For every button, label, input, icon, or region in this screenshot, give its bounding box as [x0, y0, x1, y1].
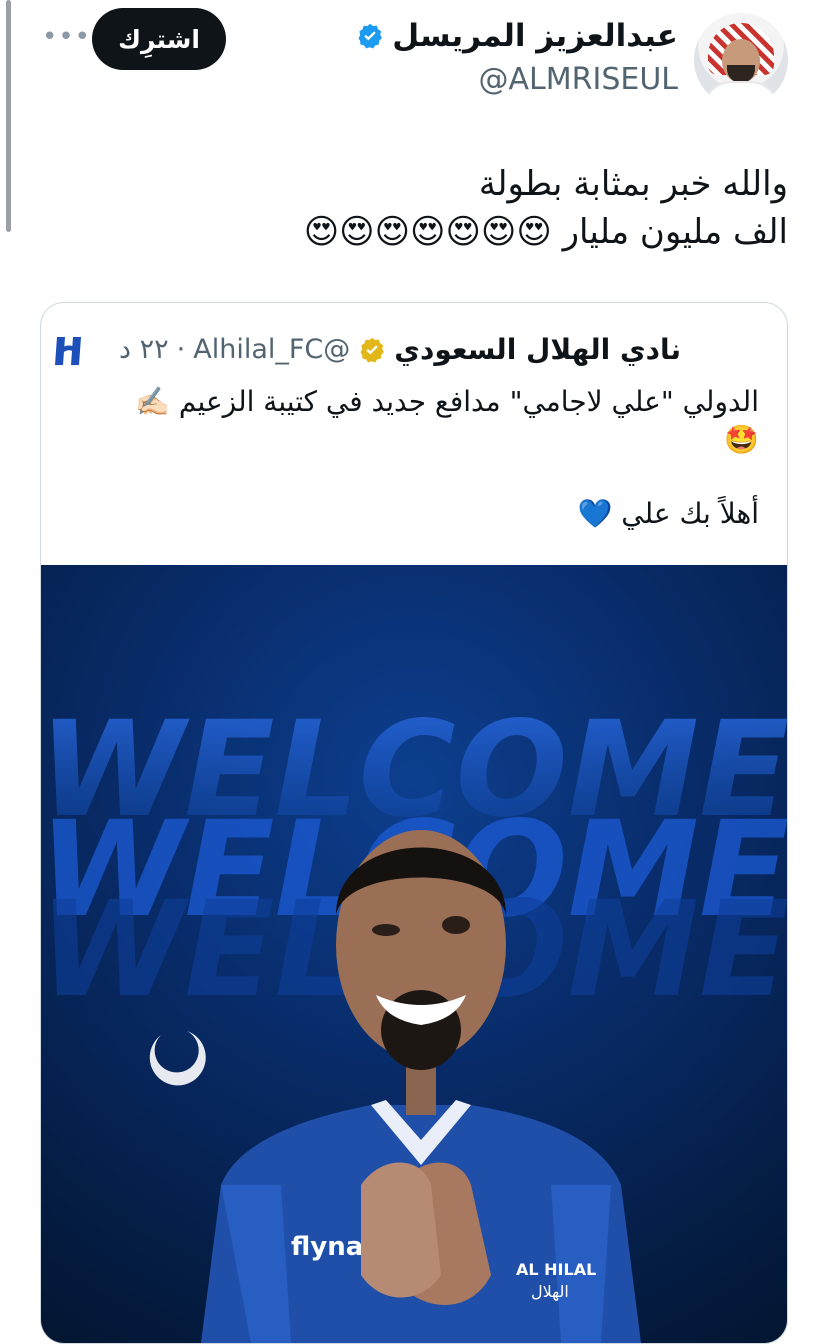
subscribe-button[interactable]: اشترِك	[92, 8, 226, 70]
quoted-tweet-text: الدولي "علي لاجامي" مدافع جديد في كتيبة …	[69, 383, 759, 533]
quoted-author-name[interactable]: نادي الهلال السعودي	[394, 333, 681, 366]
quote-line-blank	[69, 459, 759, 495]
quoted-author-handle[interactable]: @Alhilal_FC	[193, 334, 350, 365]
more-options-icon[interactable]: •••	[42, 22, 91, 52]
player-illustration: flynas AL HILAL الهلال	[201, 830, 641, 1343]
quoted-tweet-image[interactable]: WELCOME WELCOME WELCOME flynas AL HILAL …	[41, 565, 787, 1343]
tweet-line: والله خبر بمثابة بطولة	[478, 164, 788, 204]
separator-dot: ·	[176, 334, 186, 365]
quoted-tweet-card[interactable]: نادي الهلال السعودي @Alhilal_FC · ٢٢ د ا…	[40, 302, 788, 1344]
jersey-badge-ar: الهلال	[531, 1282, 569, 1302]
quote-line: 🤩	[724, 423, 759, 456]
tweet-text: والله خبر بمثابة بطولة الف مليون مليار 😍…	[88, 160, 788, 256]
alhilal-logo-icon	[55, 337, 81, 365]
jersey-badge: AL HILAL	[516, 1260, 596, 1279]
quoted-tweet-time[interactable]: ٢٢ د	[119, 334, 169, 365]
tweet-header: عبدالعزيز المريسل @ALMRISEUL اشترِك •••	[0, 0, 828, 120]
quote-line: أهلاً بك علي 💙	[577, 497, 759, 530]
quote-line: الدولي "علي لاجامي" مدافع جديد في كتيبة …	[135, 385, 759, 418]
author-display-name[interactable]: عبدالعزيز المريسل	[392, 18, 678, 54]
tweet-line: الف مليون مليار 😍😍😍😍😍😍😍	[303, 212, 788, 252]
verified-badge-icon	[358, 23, 383, 49]
author-handle[interactable]: @ALMRISEUL	[479, 62, 678, 97]
author-name-row[interactable]: عبدالعزيز المريسل	[356, 18, 678, 54]
gold-verified-badge-icon	[360, 337, 385, 362]
avatar[interactable]	[694, 13, 788, 107]
quoted-tweet-header: نادي الهلال السعودي @Alhilal_FC · ٢٢ د	[119, 333, 681, 366]
